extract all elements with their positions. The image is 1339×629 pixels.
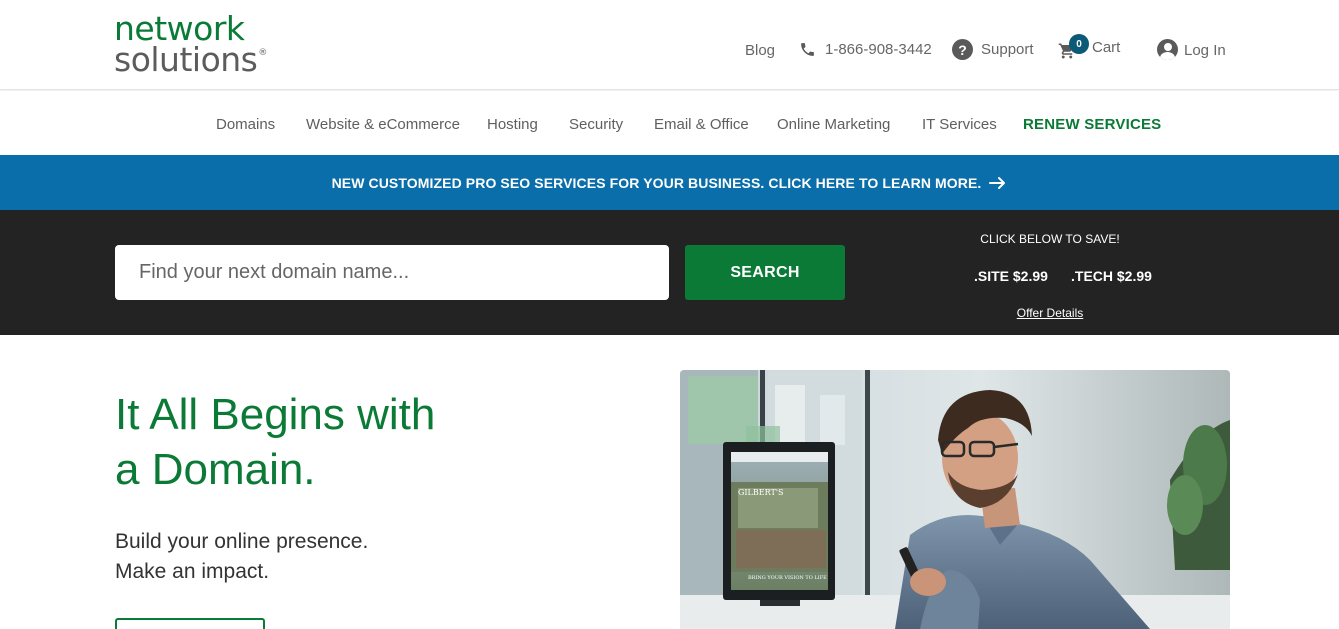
cart-label: Cart — [1092, 38, 1121, 56]
blog-link[interactable]: Blog — [745, 42, 775, 59]
promo-banner-text: NEW CUSTOMIZED PRO SEO SERVICES FOR YOUR… — [331, 174, 982, 191]
hero-photo-illustration: GILBERT'S BRING YOUR VISION TO LIFE — [680, 370, 1230, 629]
nav-item-hosting[interactable]: Hosting — [487, 116, 538, 133]
nav-item-domains[interactable]: Domains — [216, 116, 275, 133]
tld-offer: CLICK BELOW TO SAVE! .SITE $2.99 .TECH $… — [940, 210, 1160, 335]
hero-image: GILBERT'S BRING YOUR VISION TO LIFE — [680, 370, 1230, 629]
nav-item-security[interactable]: Security — [569, 116, 623, 133]
arrow-right-icon — [989, 176, 1006, 189]
blog-label: Blog — [745, 42, 776, 59]
nav-item-renew-services[interactable]: RENEW SERVICES — [1023, 116, 1161, 133]
seo-promo-banner[interactable]: NEW CUSTOMIZED PRO SEO SERVICES FOR YOUR… — [0, 155, 1339, 210]
tld-site-offer[interactable]: .SITE $2.99 — [974, 268, 1048, 284]
nav-item-website-ecommerce[interactable]: Website & eCommerce — [306, 116, 460, 133]
support-label: Support — [981, 41, 1034, 58]
screen-brand-text: GILBERT'S — [738, 488, 783, 497]
nav-item-email-office[interactable]: Email & Office — [654, 116, 749, 133]
cart-icon-wrap: 0 — [1058, 34, 1089, 60]
hero-subtitle-line-1: Build your online presence. — [115, 530, 369, 553]
tld-tech-offer[interactable]: .TECH $2.99 — [1071, 268, 1152, 284]
support-link[interactable]: ? Support — [952, 39, 1034, 60]
domain-search-input[interactable] — [115, 245, 669, 300]
user-circle-icon — [1157, 39, 1178, 60]
login-label: Log In — [1184, 42, 1226, 59]
search-button[interactable]: SEARCH — [685, 245, 845, 300]
hero-subtitle-line-2: Make an impact. — [115, 560, 270, 583]
offer-header: CLICK BELOW TO SAVE! — [980, 232, 1120, 246]
utility-nav: Blog 1-866-908-3442 ? Support 0 Cart Log… — [0, 34, 1339, 66]
screen-tagline-text: BRING YOUR VISION TO LIFE — [748, 575, 827, 581]
hero-subtitle: Build your online presence. Make an impa… — [115, 527, 368, 587]
cart-count-badge: 0 — [1069, 34, 1089, 54]
phone-number: 1-866-908-3442 — [825, 41, 932, 58]
login-link[interactable]: Log In — [1157, 39, 1226, 60]
question-circle-icon: ? — [952, 39, 973, 60]
hero-cta-button[interactable] — [115, 618, 265, 629]
nav-item-it-services[interactable]: IT Services — [922, 116, 997, 133]
hero-title-line-2: a Domain. — [115, 445, 316, 494]
nav-item-online-marketing[interactable]: Online Marketing — [777, 116, 890, 133]
cart-link[interactable]: 0 Cart — [1058, 34, 1121, 60]
top-header: network solutions® Blog 1-866-908-3442 ?… — [0, 0, 1339, 90]
offer-details-link[interactable]: Offer Details — [940, 306, 1160, 320]
phone-icon — [801, 43, 814, 56]
hero-title-line-1: It All Begins with — [115, 390, 436, 439]
domain-search-band: SEARCH CLICK BELOW TO SAVE! .SITE $2.99 … — [0, 210, 1339, 335]
main-nav: Domains Website & eCommerce Hosting Secu… — [0, 91, 1339, 155]
phone-link[interactable]: 1-866-908-3442 — [799, 41, 932, 58]
hero-title: It All Begins with a Domain. — [115, 387, 435, 497]
